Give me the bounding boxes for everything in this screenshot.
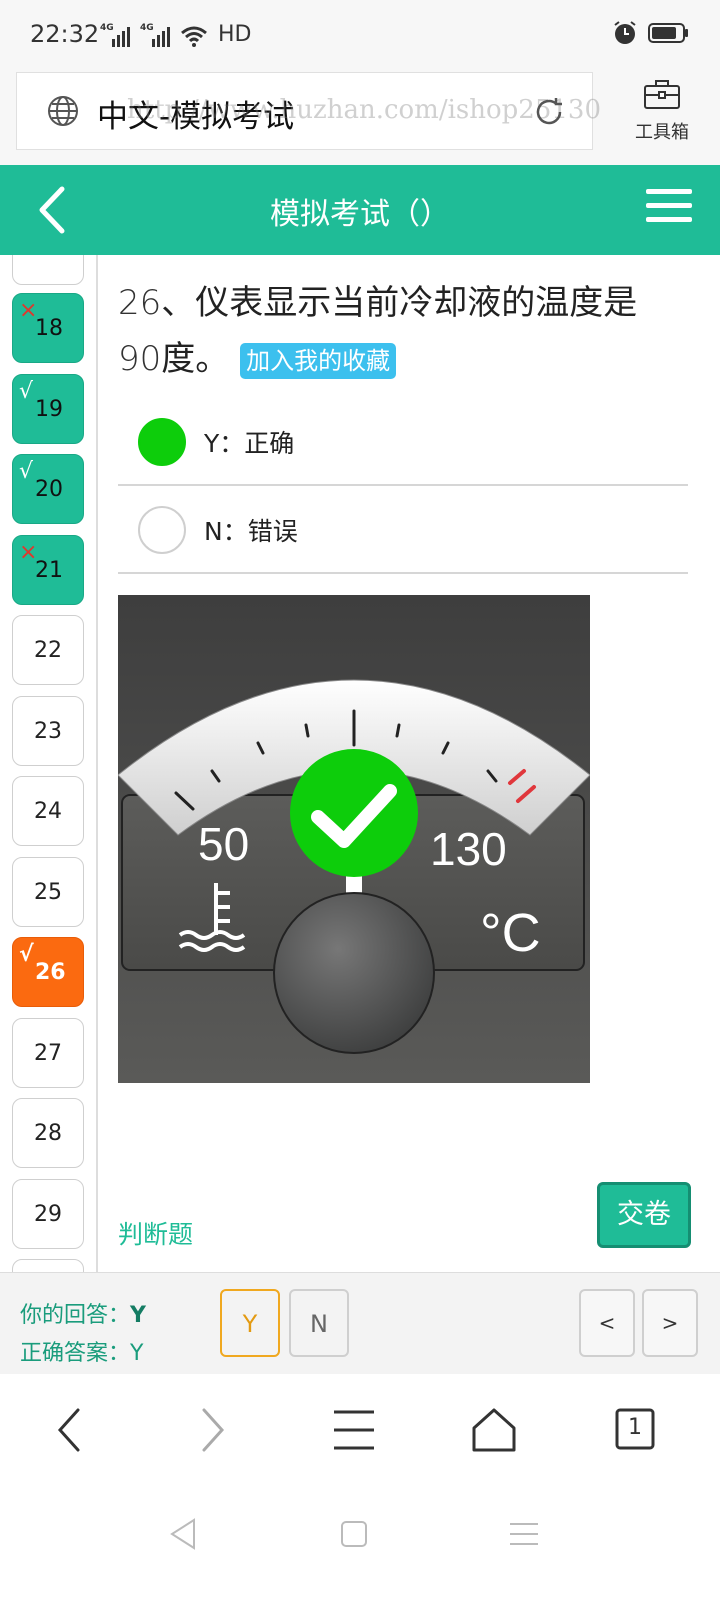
prev-question-button[interactable]: < xyxy=(579,1289,635,1357)
radio-selected-icon[interactable] xyxy=(138,418,186,466)
sidebar-question-26[interactable]: √ 26 xyxy=(12,937,84,1007)
sidebar-question-number: 18 xyxy=(35,316,63,341)
check-mark-icon: √ xyxy=(19,378,34,404)
sidebar-question-29[interactable]: 29 xyxy=(12,1178,84,1249)
your-answer-value: Y xyxy=(130,1303,146,1328)
cell-signal-icon: 4G xyxy=(140,23,172,47)
sidebar-question-21[interactable]: × 21 xyxy=(12,534,84,605)
status-right xyxy=(612,20,690,46)
option-label: N：错误 xyxy=(204,517,298,546)
browser-forward-icon[interactable] xyxy=(184,1402,240,1458)
system-back-icon[interactable] xyxy=(164,1514,204,1554)
your-answer: 你的回答：Y xyxy=(20,1297,146,1329)
add-favorite-button[interactable]: 加入我的收藏 xyxy=(240,342,397,379)
question-index: 26 xyxy=(118,283,162,323)
browser-tabs-button[interactable]: 1 xyxy=(607,1402,663,1458)
sidebar-question-number: 22 xyxy=(34,638,62,663)
option-label: Y：正确 xyxy=(204,429,295,458)
address-bar-area: 中文-模拟考试 http://www.huzhan.com/ishop25130… xyxy=(0,70,720,165)
page-title: 模拟考试（） xyxy=(270,197,450,232)
sidebar-question-number: 24 xyxy=(34,799,62,824)
correct-answer-label: 正确答案： xyxy=(20,1341,131,1366)
app-header: 模拟考试（） xyxy=(0,165,720,255)
correct-answer: 正确答案：Y xyxy=(20,1335,143,1367)
browser-nav-bar: 1 xyxy=(0,1374,720,1484)
system-recents-icon[interactable] xyxy=(504,1514,544,1554)
sidebar-question-number: 29 xyxy=(34,1201,62,1227)
answer-y-button[interactable]: Y xyxy=(220,1289,280,1357)
toolbox-icon xyxy=(644,80,680,109)
option-no[interactable]: N：错误 xyxy=(118,486,688,574)
cell-signal-icon: 4G xyxy=(100,23,132,47)
alarm-icon xyxy=(614,21,636,44)
sidebar-question-number: 20 xyxy=(35,477,63,502)
question-value: 90 xyxy=(118,339,162,379)
submit-exam-button[interactable]: 交卷 xyxy=(597,1182,691,1248)
sidebar-question-number: 23 xyxy=(34,718,62,744)
answer-bar: 你的回答：Y 正确答案：Y Y N < > xyxy=(0,1272,720,1374)
question-type-label: 判断题 xyxy=(118,1220,194,1249)
question-text: 26、仪表显示当前冷却液的温度是 90度。 加入我的收藏 xyxy=(118,275,698,387)
check-mark-icon: √ xyxy=(19,942,34,967)
check-mark-icon: √ xyxy=(19,459,34,484)
globe-icon xyxy=(48,96,78,126)
browser-home-icon[interactable] xyxy=(466,1402,522,1458)
system-nav-bar xyxy=(0,1484,720,1600)
battery-icon xyxy=(648,23,688,43)
sidebar-question-28[interactable]: 28 xyxy=(12,1098,84,1168)
status-bar: 22:32 4G 4G HD xyxy=(0,0,720,70)
browser-menu-icon[interactable] xyxy=(326,1402,382,1458)
question-sidebar: × 18 √ 19 √ 20 × 21 22 23 24 25 √ 26 27 28 29 xyxy=(0,255,98,1275)
browser-back-icon[interactable] xyxy=(42,1402,98,1458)
address-bar[interactable]: 中文-模拟考试 http://www.huzhan.com/ishop25130 xyxy=(16,72,601,150)
gauge-image: 50 130 °C xyxy=(117,595,591,1083)
sidebar-question-number: 21 xyxy=(35,557,63,583)
watermark-text: http://www.huzhan.com/ishop25130 xyxy=(127,95,601,125)
toolbox-label: 工具箱 xyxy=(635,122,689,143)
radio-empty-icon[interactable] xyxy=(138,506,186,554)
status-time: 22:32 xyxy=(30,20,100,48)
gauge-min-label: 50 xyxy=(198,818,249,870)
sidebar-question-24[interactable]: 24 xyxy=(12,776,84,846)
sidebar-question-number: 25 xyxy=(34,879,62,905)
system-home-icon[interactable] xyxy=(334,1514,374,1554)
sidebar-question-22[interactable]: 22 xyxy=(12,615,84,685)
sidebar-question-27[interactable]: 27 xyxy=(12,1017,84,1088)
sidebar-question-number: 19 xyxy=(35,396,63,422)
sidebar-question-20[interactable]: √ 20 xyxy=(12,454,84,524)
question-text-line1: 仪表显示当前冷却液的温度是 xyxy=(195,283,638,323)
wifi-icon xyxy=(181,26,207,47)
answer-n-button[interactable]: N xyxy=(289,1289,349,1357)
toolbox-button[interactable]: 工具箱 xyxy=(622,78,702,144)
sidebar-question-number: 28 xyxy=(34,1121,62,1146)
question-item-partial[interactable] xyxy=(12,255,84,285)
hamburger-menu-icon[interactable] xyxy=(646,189,692,229)
next-question-button[interactable]: > xyxy=(642,1289,698,1357)
option-yes[interactable]: Y：正确 xyxy=(118,398,688,486)
gauge-max-label: 130 xyxy=(430,823,507,875)
sidebar-question-25[interactable]: 25 xyxy=(12,856,84,927)
sidebar-question-number: 27 xyxy=(34,1040,62,1066)
gauge-unit-label: °C xyxy=(480,903,541,963)
sidebar-question-23[interactable]: 23 xyxy=(12,695,84,766)
hd-indicator: HD xyxy=(218,22,252,47)
sidebar-question-19[interactable]: √ 19 xyxy=(12,373,84,444)
refresh-icon[interactable] xyxy=(532,95,566,129)
sidebar-question-number: 26 xyxy=(35,960,66,985)
question-text-line2: 度。 xyxy=(161,339,230,379)
question-separator: 、 xyxy=(161,283,196,323)
status-signals: 4G 4G HD xyxy=(100,22,251,47)
sidebar-question-18[interactable]: × 18 xyxy=(12,293,84,363)
your-answer-label: 你的回答： xyxy=(20,1303,131,1328)
tab-count: 1 xyxy=(628,1415,642,1440)
correct-answer-value: Y xyxy=(130,1341,144,1366)
